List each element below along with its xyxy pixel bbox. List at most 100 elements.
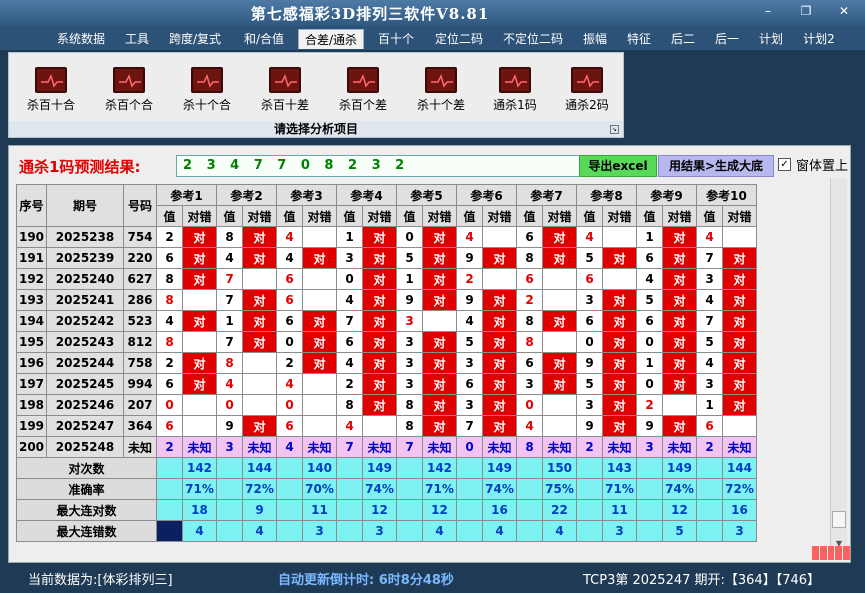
ref-value: 6 — [276, 310, 303, 332]
header-seq: 序号 — [16, 184, 47, 227]
row-issue: 2025241 — [46, 289, 124, 311]
stats-pad — [516, 520, 543, 542]
header-right-wrong: 对错 — [362, 205, 397, 227]
header-value: 值 — [396, 205, 423, 227]
result-field[interactable]: 2 3 4 7 7 0 8 2 3 2 — [176, 155, 586, 177]
stats-value: 22 — [542, 499, 577, 521]
ribbon-caption: 请选择分析项目 — [9, 121, 623, 137]
hit-cell: 对 — [602, 289, 637, 311]
menu-plan[interactable]: 计划 — [753, 29, 789, 49]
table-row[interactable]: 193 2025241 286 8 7 对 6 4 对 9 对 9 对 2 3 对 5 对 4 对 — [16, 289, 757, 311]
menu-sum[interactable]: 和/合值 — [236, 29, 292, 49]
stats-pad — [276, 457, 303, 479]
ribbon-button-kill1[interactable]: 通杀1码 — [483, 67, 547, 117]
ribbon-button-bs-sum[interactable]: 杀百十合 — [19, 67, 83, 117]
table-row[interactable]: 199 2025247 364 6 9 对 6 4 8 对 7 对 4 9 对 9 对 6 — [16, 415, 757, 437]
ribbon-button-bg-sum[interactable]: 杀百个合 — [97, 67, 161, 117]
ref-value: 4 — [216, 373, 243, 395]
ribbon-button-sg-diff[interactable]: 杀十个差 — [409, 67, 473, 117]
menu-feature[interactable]: 特征 — [621, 29, 657, 49]
stats-label: 准确率 — [16, 478, 157, 500]
ribbon-button-bg-diff[interactable]: 杀百个差 — [331, 67, 395, 117]
stats-pad — [216, 499, 243, 521]
close-icon[interactable]: ✕ — [833, 3, 855, 19]
table-row[interactable]: 191 2025239 220 6 对 4 对 4 对 3 对 5 对 9 对 8 对 5 对 6 对 7 对 — [16, 247, 757, 269]
miss-cell — [182, 331, 217, 353]
prediction-value: 2 — [696, 436, 723, 458]
menu-bsg[interactable]: 百十个 — [372, 29, 420, 49]
topmost-checkbox[interactable]: ✓ — [778, 158, 791, 171]
row-issue: 2025244 — [46, 352, 124, 374]
stats-value: 72% — [242, 478, 277, 500]
menu-span[interactable]: 跨度/复式 — [162, 29, 228, 49]
stats-pad — [576, 457, 603, 479]
miss-cell — [242, 394, 277, 416]
table-row[interactable]: 195 2025243 812 8 7 对 0 对 6 对 3 对 5 对 8 0 对 0 对 5 对 — [16, 331, 757, 353]
stats-pad — [696, 478, 723, 500]
stats-pad — [216, 520, 243, 542]
prediction-value: 7 — [396, 436, 423, 458]
ref-value: 4 — [636, 268, 663, 290]
hit-cell: 对 — [302, 352, 337, 374]
ref-value: 2 — [156, 352, 183, 374]
prediction-value: 7 — [336, 436, 363, 458]
hit-cell: 对 — [482, 373, 517, 395]
row-num: 286 — [123, 289, 157, 311]
vertical-scrollbar[interactable]: ▼ — [830, 178, 847, 552]
restore-icon[interactable]: ❐ — [795, 3, 817, 19]
menu-hecha-tongsha[interactable]: 合差/通杀 — [298, 29, 364, 49]
export-excel-button[interactable]: 导出excel — [579, 155, 657, 177]
generate-button[interactable]: 用结果>生成大底 — [658, 155, 774, 177]
table-row[interactable]: 192 2025240 627 8 对 7 6 0 对 1 对 2 6 6 4 对 3 对 — [16, 268, 757, 290]
stats-value: 9 — [242, 499, 277, 521]
table-row[interactable]: 194 2025242 523 4 对 1 对 6 对 7 对 3 4 对 8 对 6 对 6 对 7 对 — [16, 310, 757, 332]
header-value: 值 — [696, 205, 723, 227]
hit-cell: 对 — [482, 247, 517, 269]
ref-value: 9 — [216, 415, 243, 437]
row-issue: 2025247 — [46, 415, 124, 437]
stats-value: 150 — [542, 457, 577, 479]
row-seq: 191 — [16, 247, 47, 269]
ref-value: 6 — [636, 310, 663, 332]
hit-cell: 对 — [722, 394, 757, 416]
minimize-icon[interactable]: – — [757, 3, 779, 19]
row-num: 364 — [123, 415, 157, 437]
prediction-row[interactable]: 200 2025248 未知 2 未知 3 未知 4 未知 7 未知 7 未知 0 未知 8 未知 2 未知 3 未知 2… — [16, 436, 757, 458]
chart-icon — [499, 67, 531, 93]
table-row[interactable]: 190 2025238 754 2 对 8 对 4 1 对 0 对 4 6 对 4 1 对 4 — [16, 226, 757, 248]
header-value: 值 — [276, 205, 303, 227]
hit-cell: 对 — [182, 373, 217, 395]
ref-value: 7 — [216, 268, 243, 290]
menu-pos2[interactable]: 定位二码 — [428, 29, 490, 49]
miss-cell — [542, 415, 577, 437]
menu-last1[interactable]: 后一 — [709, 29, 745, 49]
table-row[interactable]: 197 2025245 994 6 对 4 4 2 对 3 对 6 对 3 对 5 对 0 对 3 对 — [16, 373, 757, 395]
topmost-label: 窗体置上 — [796, 159, 849, 174]
ribbon-button-sg-sum[interactable]: 杀十个合 — [175, 67, 239, 117]
menu-amplitude[interactable]: 振幅 — [577, 29, 613, 49]
miss-cell — [242, 352, 277, 374]
menu-system-data[interactable]: 系统数据 — [50, 29, 112, 49]
ribbon-button-bs-diff[interactable]: 杀百十差 — [253, 67, 317, 117]
menu-tools[interactable]: 工具 — [119, 29, 155, 49]
ref-value: 1 — [396, 268, 423, 290]
dialog-launcher-icon[interactable]: ↘ — [610, 125, 619, 134]
stats-pad — [396, 457, 423, 479]
stats-value: 71% — [602, 478, 637, 500]
hit-cell: 对 — [422, 226, 457, 248]
menu-plan2[interactable]: 计划2 — [797, 29, 841, 49]
header-num: 号码 — [123, 184, 157, 227]
table-row[interactable]: 196 2025244 758 2 对 8 2 对 4 对 3 对 3 对 6 对 9 对 1 对 4 对 — [16, 352, 757, 374]
stats-value: 11 — [602, 499, 637, 521]
ref-value: 3 — [456, 394, 483, 416]
row-seq: 195 — [16, 331, 47, 353]
menu-nonpos2[interactable]: 不定位二码 — [497, 29, 569, 49]
table-row[interactable]: 198 2025246 207 0 0 0 8 对 8 对 3 对 0 3 对 2 1 对 — [16, 394, 757, 416]
prediction-status: 未知 — [182, 436, 217, 458]
stats-row: 最大连错数 4 4 3 3 4 4 4 3 5 3 — [16, 520, 757, 542]
scroll-thumb[interactable] — [832, 511, 846, 528]
ref-value: 2 — [516, 289, 543, 311]
menu-last2[interactable]: 后二 — [665, 29, 701, 49]
ribbon-button-kill2[interactable]: 通杀2码 — [555, 67, 619, 117]
ref-value: 9 — [456, 247, 483, 269]
